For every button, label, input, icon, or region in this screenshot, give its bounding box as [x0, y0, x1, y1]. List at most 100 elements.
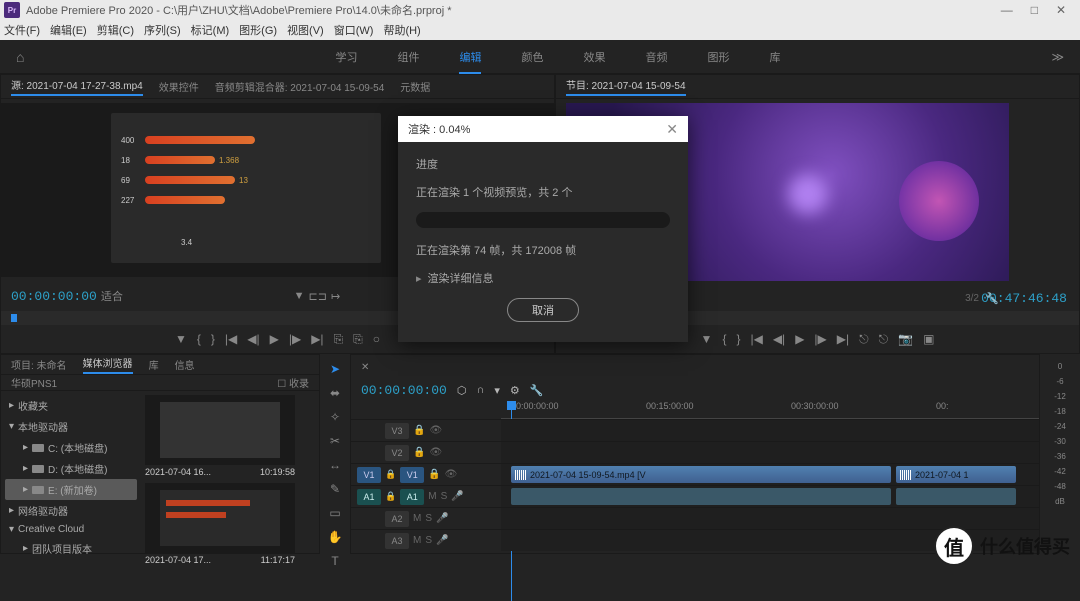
menu-edit[interactable]: 编辑(E)	[50, 22, 87, 38]
step-fwd-icon[interactable]: |▶	[289, 332, 301, 346]
video-clip-2[interactable]: 2021-07-04 1	[896, 466, 1016, 483]
render-details-toggle[interactable]: ▸渲染详细信息	[416, 270, 670, 286]
metadata-tab[interactable]: 元数据	[400, 79, 430, 94]
media-browser-tab[interactable]: 媒体浏览器	[83, 355, 133, 374]
track-select-tool-icon[interactable]: ⬌	[330, 386, 340, 400]
link-icon[interactable]: ∩	[476, 384, 484, 396]
audio-mixer-tab[interactable]: 音频剪辑混合器: 2021-07-04 15-09-54	[215, 79, 385, 94]
info-tab[interactable]: 信息	[175, 357, 195, 372]
menu-graphics[interactable]: 图形(G)	[239, 22, 277, 38]
hand-tool-icon[interactable]: ✋	[328, 530, 343, 544]
maximize-button[interactable]: □	[1031, 3, 1038, 17]
timeline-timecode[interactable]: 00:00:00:00	[361, 383, 447, 398]
video-clip-1[interactable]: 2021-07-04 15-09-54.mp4 [V	[511, 466, 891, 483]
menu-markers[interactable]: 标记(M)	[191, 22, 230, 38]
type-tool-icon[interactable]: T	[331, 554, 338, 568]
tree-team-projects[interactable]: ▸ 团队项目版本	[5, 538, 137, 559]
workspace-color[interactable]: 颜色	[521, 49, 543, 65]
wrench-tl-icon[interactable]: 🔧	[530, 384, 544, 397]
prog-marker-icon[interactable]: ▼	[701, 332, 713, 346]
prog-export-frame-icon[interactable]: 📷	[898, 332, 913, 346]
libraries-tab[interactable]: 库	[149, 357, 159, 372]
workspace-overflow-icon[interactable]: ≫	[1051, 50, 1064, 64]
home-icon[interactable]: ⌂	[16, 49, 24, 65]
program-tab[interactable]: 节目: 2021-07-04 15-09-54	[566, 77, 686, 96]
step-back-icon[interactable]: ◀|	[247, 332, 259, 346]
play-icon[interactable]: ▶	[270, 332, 279, 346]
menu-window[interactable]: 窗口(W)	[334, 22, 374, 38]
track-a1[interactable]: A1🔒A1MS🎤	[351, 485, 1039, 507]
tree-favorites[interactable]: ▸ 收藏夹	[5, 395, 137, 416]
workspace-editing[interactable]: 编辑	[459, 49, 481, 65]
program-resolution[interactable]: 3/2	[965, 293, 979, 304]
ripple-tool-icon[interactable]: ✧	[330, 410, 340, 424]
program-wrench-icon[interactable]: 🔧	[985, 292, 999, 305]
media-thumb-1[interactable]: 2021-07-04 16...10:19:58	[145, 395, 295, 477]
razor-tool-icon[interactable]: ✂	[330, 434, 340, 448]
timeline-ruler[interactable]: 00:00:00:00 00:15:00:00 00:30:00:00 00:	[501, 401, 1039, 419]
effect-controls-tab[interactable]: 效果控件	[159, 79, 199, 94]
selection-tool-icon[interactable]: ➤	[330, 362, 340, 376]
mark-in-icon[interactable]: {	[197, 332, 201, 346]
track-v2[interactable]: V2🔒👁	[351, 441, 1039, 463]
prog-step-fwd-icon[interactable]: |▶	[814, 332, 826, 346]
export-frame-icon[interactable]: ○	[373, 332, 380, 346]
workspace-assembly[interactable]: 组件	[397, 49, 419, 65]
workspace-graphics[interactable]: 图形	[707, 49, 729, 65]
tree-network[interactable]: ▸ 网络驱动器	[5, 500, 137, 521]
insert-clip-icon[interactable]: ⎘	[334, 332, 344, 347]
tree-creative-cloud[interactable]: ▾ Creative Cloud	[5, 521, 137, 538]
minimize-button[interactable]: ―	[1001, 3, 1013, 17]
prog-compare-icon[interactable]: ▣	[923, 332, 934, 346]
pen-tool-icon[interactable]: ✎	[330, 482, 340, 496]
audio-clip-2[interactable]	[896, 488, 1016, 505]
media-thumb-2[interactable]: 2021-07-04 17...11:17:17	[145, 483, 295, 565]
tree-local-drives[interactable]: ▾ 本地驱动器	[5, 416, 137, 437]
settings-tl-icon[interactable]: ⚙	[510, 384, 520, 397]
source-timecode[interactable]: 00:00:00:00	[11, 289, 97, 304]
workspace-audio[interactable]: 音频	[645, 49, 667, 65]
workspace-library[interactable]: 库	[769, 49, 780, 65]
menu-help[interactable]: 帮助(H)	[383, 22, 420, 38]
menu-clip[interactable]: 剪辑(C)	[97, 22, 134, 38]
audio-clip-1[interactable]	[511, 488, 891, 505]
tree-drive-c[interactable]: ▸ C: (本地磁盘)	[5, 437, 137, 458]
drive-dropdown[interactable]: 华硕PNS1	[11, 375, 57, 390]
marker-tl-icon[interactable]: ▾	[494, 384, 500, 397]
source-tab[interactable]: 源: 2021-07-04 17-27-38.mp4	[11, 77, 143, 96]
menu-sequence[interactable]: 序列(S)	[144, 22, 181, 38]
project-tab[interactable]: 项目: 未命名	[11, 357, 67, 372]
bracket-icon[interactable]: ⊏⊐	[309, 290, 327, 303]
cancel-button[interactable]: 取消	[507, 298, 579, 322]
track-v1[interactable]: V1🔒V1🔒👁 2021-07-04 15-09-54.mp4 [V 2021-…	[351, 463, 1039, 485]
snap-icon[interactable]: ⬡	[457, 384, 467, 397]
mark-out-icon[interactable]: }	[211, 332, 215, 346]
tree-drive-e[interactable]: ▸ E: (新加卷)	[5, 479, 137, 500]
prog-goto-in-icon[interactable]: |◀	[750, 332, 762, 346]
ingest-checkbox[interactable]: 收录	[289, 379, 309, 390]
marker-icon[interactable]: ▼	[294, 290, 305, 302]
prog-extract-icon[interactable]: ⎋	[879, 332, 889, 347]
workspace-effects[interactable]: 效果	[583, 49, 605, 65]
tree-drive-d[interactable]: ▸ D: (本地磁盘)	[5, 458, 137, 479]
prog-mark-in-icon[interactable]: {	[722, 332, 726, 346]
close-sequence-icon[interactable]: ✕	[361, 362, 369, 373]
add-marker-icon[interactable]: ▼	[175, 332, 187, 346]
prog-play-icon[interactable]: ▶	[795, 332, 804, 346]
menu-view[interactable]: 视图(V)	[287, 22, 324, 38]
goto-out-icon[interactable]: ▶|	[311, 332, 323, 346]
prog-step-back-icon[interactable]: ◀|	[773, 332, 785, 346]
prog-goto-out-icon[interactable]: ▶|	[837, 332, 849, 346]
dialog-close-icon[interactable]: ✕	[666, 121, 678, 138]
track-v3[interactable]: V3🔒👁	[351, 419, 1039, 441]
goto-in-icon[interactable]: |◀	[225, 332, 237, 346]
rect-tool-icon[interactable]: ▭	[329, 506, 340, 520]
close-button[interactable]: ✕	[1056, 3, 1066, 17]
overwrite-clip-icon[interactable]: ⎘	[353, 332, 363, 347]
slip-tool-icon[interactable]: ↔	[329, 458, 341, 472]
insert-icon[interactable]: ↦	[331, 290, 340, 303]
prog-lift-icon[interactable]: ⎋	[859, 332, 869, 347]
menu-file[interactable]: 文件(F)	[4, 22, 40, 38]
prog-mark-out-icon[interactable]: }	[736, 332, 740, 346]
fit-dropdown[interactable]: 适合	[101, 288, 123, 304]
